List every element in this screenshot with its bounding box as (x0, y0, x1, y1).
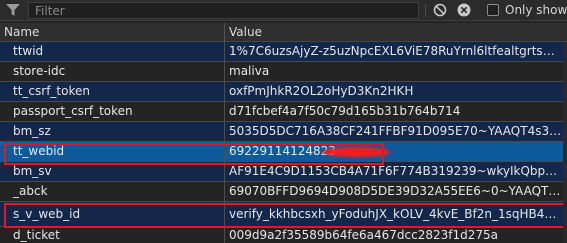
column-divider (224, 142, 225, 162)
table-row[interactable]: bm_sz 5035D5DC716A38CF241FFBF91D095E70~Y… (0, 122, 567, 142)
clear-icon[interactable] (457, 3, 471, 17)
cookie-value: 1%7C6uzsAjyZ-z5uzNpcEXL6ViE78RuYrnl6ltfe… (229, 44, 564, 58)
table-row[interactable]: s_v_web_id verify_kkhbcsxh_yFoduhJX_kOLV… (0, 202, 567, 227)
filter-input[interactable] (28, 2, 419, 19)
table-row[interactable]: passport_csrf_token d71fcbef4a7f50c79d16… (0, 102, 567, 122)
table-row[interactable]: bm_sv AF91E4C9D1153CB4A71F6F774B319239~w… (0, 162, 567, 182)
column-divider (224, 102, 225, 122)
cookie-name: store-idc (13, 64, 66, 78)
cookie-value: 5035D5DC716A38CF241FFBF91D095E70~YAAQT4s… (229, 124, 564, 138)
table-row[interactable]: _abck 69070BFFD9694D908D5DE39D32A55EE6~0… (0, 182, 567, 202)
cookies-toolbar: Only show c (0, 0, 567, 21)
cookie-name: tt_csrf_token (13, 84, 90, 98)
column-divider (224, 42, 225, 62)
column-divider (224, 202, 225, 227)
table-header: Name Value (0, 23, 567, 42)
column-divider (224, 122, 225, 142)
block-icon[interactable] (433, 3, 447, 17)
cookie-name: ttwid (13, 44, 44, 58)
column-divider (224, 62, 225, 82)
column-header-name[interactable]: Name (4, 25, 39, 39)
table-row[interactable]: ttwid 1%7C6uzsAjyZ-z5uzNpcEXL6ViE78RuYrn… (0, 42, 567, 62)
funnel-icon[interactable] (6, 4, 20, 16)
cookie-name: s_v_web_id (13, 207, 81, 221)
cookie-name: tt_webid (13, 144, 65, 158)
column-header-value[interactable]: Value (229, 25, 262, 39)
cookie-name: _abck (13, 184, 48, 198)
table-row-selected[interactable]: tt_webid 69229114124823 (0, 142, 567, 162)
cookie-value: oxfPmJhkR2OL2oHyD3Kn2HKH (229, 84, 414, 98)
cookie-value: d71fcbef4a7f50c79d165b31b764b714 (229, 104, 461, 118)
column-divider (224, 182, 225, 202)
cookie-value: maliva (229, 64, 270, 78)
column-divider[interactable] (224, 23, 225, 42)
only-show-label: Only show c (505, 3, 567, 17)
redaction-mark (322, 147, 390, 157)
cookie-value: 69070BFFD9694D908D5DE39D32A55EE6~0~YAAQT… (229, 184, 564, 198)
vertical-scrollbar[interactable] (563, 42, 567, 243)
table-row[interactable]: store-idc maliva (0, 62, 567, 82)
cookie-value: 009d9a2f35589b64fe6a467dcc2823f1d275a (229, 228, 499, 242)
cookie-name: bm_sv (13, 164, 52, 178)
cookie-name: passport_csrf_token (13, 104, 133, 118)
column-divider (224, 227, 225, 243)
cookie-value: AF91E4C9D1153CB4A71F6F774B319239~wkyIkQb… (229, 164, 564, 178)
cookie-name: bm_sz (13, 124, 51, 138)
cookie-value: 69229114124823 (229, 144, 336, 158)
cookie-name: d_ticket (13, 228, 60, 242)
table-row[interactable]: d_ticket 009d9a2f35589b64fe6a467dcc2823f… (0, 227, 567, 243)
only-show-checkbox[interactable] (487, 4, 499, 16)
cookie-value: verify_kkhbcsxh_yFoduhJX_kOLV_4kvE_Bf2n_… (229, 207, 564, 221)
table-row[interactable]: tt_csrf_token oxfPmJhkR2OL2oHyD3Kn2HKH (0, 82, 567, 102)
column-divider (224, 162, 225, 182)
toolbar-divider (425, 4, 426, 17)
column-divider (224, 82, 225, 102)
